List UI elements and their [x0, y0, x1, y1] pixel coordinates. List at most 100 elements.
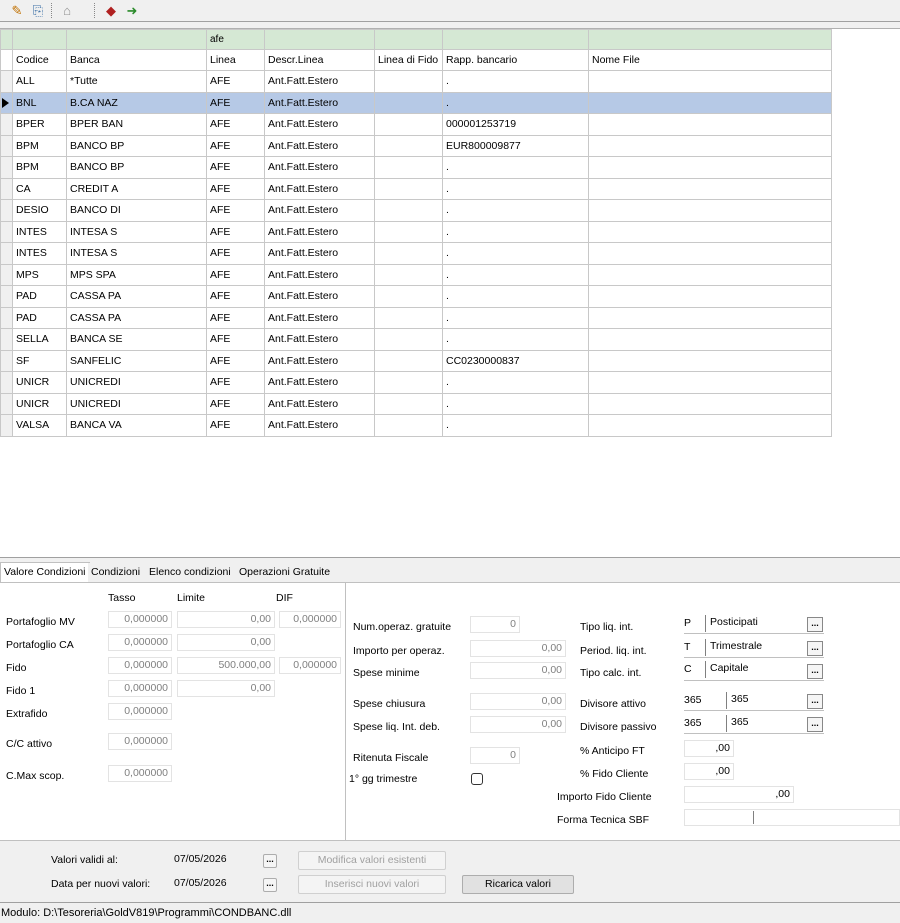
cell-descr-linea[interactable]: Ant.Fatt.Estero [264, 91, 375, 114]
cell-linea[interactable]: AFE [206, 349, 265, 372]
tab-operazioni-gratuite[interactable]: Operazioni Gratuite [236, 563, 334, 583]
cell-linea[interactable]: AFE [206, 328, 265, 351]
cell-codice[interactable]: SF [12, 349, 67, 372]
column-header-linea-di-fido[interactable]: Linea di Fido [374, 49, 443, 71]
cell-descr-linea[interactable]: Ant.Fatt.Estero [264, 70, 375, 93]
cell-nome-file[interactable] [588, 134, 832, 157]
cell-rapp-bancario[interactable]: . [442, 242, 589, 265]
cell-descr-linea[interactable]: Ant.Fatt.Estero [264, 371, 375, 394]
cell-linea[interactable]: AFE [206, 285, 265, 308]
table-row[interactable]: SELLA BANCA SE AFE Ant.Fatt.Estero. [0, 328, 832, 351]
cell-codice[interactable]: INTES [12, 220, 67, 243]
tasso-field[interactable]: 0,000000 [108, 680, 172, 697]
cell-rapp-bancario[interactable]: . [442, 199, 589, 222]
spese-liq-field[interactable]: 0,00 [470, 716, 566, 733]
cell-banca[interactable]: BANCA SE [66, 328, 207, 351]
cell-codice[interactable]: PAD [12, 285, 67, 308]
cell-rapp-bancario[interactable]: . [442, 263, 589, 286]
cell-rapp-bancario[interactable]: . [442, 177, 589, 200]
tab-valore-condizioni[interactable]: Valore Condizioni [0, 562, 90, 583]
pencil-icon[interactable]: ✎ [8, 2, 26, 19]
limite-field[interactable]: 0,00 [177, 680, 275, 697]
exit-icon[interactable]: ➜ [123, 2, 141, 19]
cell-linea[interactable]: AFE [206, 177, 265, 200]
cell-linea[interactable]: AFE [206, 392, 265, 415]
cell-nome-file[interactable] [588, 371, 832, 394]
cell-banca[interactable]: UNICREDI [66, 392, 207, 415]
divisore-attivo-lookup-button[interactable]: ... [807, 694, 823, 709]
book-icon[interactable]: ◆ [102, 2, 120, 19]
splitter[interactable] [0, 556, 900, 558]
cell-nome-file[interactable] [588, 156, 832, 179]
cell-descr-linea[interactable]: Ant.Fatt.Estero [264, 156, 375, 179]
cell-codice[interactable]: UNICR [12, 392, 67, 415]
cell-linea[interactable]: AFE [206, 70, 265, 93]
cell-codice[interactable]: ALL [12, 70, 67, 93]
forma-tecnica-field[interactable] [684, 809, 900, 826]
cell-nome-file[interactable] [588, 328, 832, 351]
cell-rapp-bancario[interactable]: . [442, 70, 589, 93]
cell-linea[interactable]: AFE [206, 199, 265, 222]
cell-linea[interactable]: AFE [206, 134, 265, 157]
cell-banca[interactable]: BANCO BP [66, 156, 207, 179]
column-header-rapp-bancario[interactable]: Rapp. bancario [442, 49, 589, 71]
cell-linea-di-fido[interactable] [374, 199, 443, 222]
cell-nome-file[interactable] [588, 285, 832, 308]
divisore-attivo-code[interactable]: 365 [684, 692, 702, 709]
table-row[interactable]: BNL B.CA NAZ AFE Ant.Fatt.Estero. [0, 91, 832, 114]
data-nuovi-date-button[interactable]: ... [263, 878, 277, 892]
spese-chiusura-field[interactable]: 0,00 [470, 693, 566, 710]
cell-descr-linea[interactable]: Ant.Fatt.Estero [264, 263, 375, 286]
cell-linea-di-fido[interactable] [374, 371, 443, 394]
divisore-passivo-code[interactable]: 365 [684, 715, 702, 732]
importo-operaz-field[interactable]: 0,00 [470, 640, 566, 657]
cell-rapp-bancario[interactable]: . [442, 328, 589, 351]
cell-banca[interactable]: INTESA S [66, 242, 207, 265]
cell-banca[interactable]: INTESA S [66, 220, 207, 243]
cell-nome-file[interactable] [588, 199, 832, 222]
cell-rapp-bancario[interactable]: 000001253719 [442, 113, 589, 136]
cell-nome-file[interactable] [588, 70, 832, 93]
limite-field[interactable]: 0,00 [177, 611, 275, 628]
cell-linea-di-fido[interactable] [374, 113, 443, 136]
cell-linea[interactable]: AFE [206, 220, 265, 243]
cell-linea-di-fido[interactable] [374, 242, 443, 265]
column-header-linea[interactable]: Linea [206, 49, 265, 71]
spese-minime-field[interactable]: 0,00 [470, 662, 566, 679]
cell-rapp-bancario[interactable]: EUR800009877 [442, 134, 589, 157]
cell-linea-di-fido[interactable] [374, 177, 443, 200]
num-operaz-field[interactable]: 0 [470, 616, 520, 633]
cell-nome-file[interactable] [588, 263, 832, 286]
cell-nome-file[interactable] [588, 349, 832, 372]
cell-linea[interactable]: AFE [206, 371, 265, 394]
table-row[interactable]: PAD CASSA PA AFE Ant.Fatt.Estero. [0, 306, 832, 329]
cell-rapp-bancario[interactable]: CC0230000837 [442, 349, 589, 372]
cell-rapp-bancario[interactable]: . [442, 392, 589, 415]
column-header-banca[interactable]: Banca [66, 49, 207, 71]
cell-nome-file[interactable] [588, 306, 832, 329]
ritenuta-field[interactable]: 0 [470, 747, 520, 764]
cell-linea-di-fido[interactable] [374, 349, 443, 372]
cell-banca[interactable]: MPS SPA [66, 263, 207, 286]
period-liq-lookup-button[interactable]: ... [807, 641, 823, 656]
cell-descr-linea[interactable]: Ant.Fatt.Estero [264, 285, 375, 308]
table-row[interactable]: SF SANFELIC AFE Ant.Fatt.Estero CC0230000837 [0, 349, 832, 372]
cell-nome-file[interactable] [588, 392, 832, 415]
fido-cliente-field[interactable]: ,00 [684, 763, 734, 780]
cell-codice[interactable]: PAD [12, 306, 67, 329]
cell-codice[interactable]: CA [12, 177, 67, 200]
cell-linea-di-fido[interactable] [374, 414, 443, 437]
table-row[interactable]: DESIO BANCO DI AFE Ant.Fatt.Estero. [0, 199, 832, 222]
tab-elenco-condizioni[interactable]: Elenco condizioni [146, 563, 234, 583]
cell-linea[interactable]: AFE [206, 91, 265, 114]
tipo-liq-code[interactable]: P [684, 615, 691, 632]
tasso-field[interactable]: 0,000000 [108, 657, 172, 674]
cell-linea-di-fido[interactable] [374, 156, 443, 179]
cell-banca[interactable]: BANCO DI [66, 199, 207, 222]
cell-banca[interactable]: BANCO BP [66, 134, 207, 157]
cell-linea[interactable]: AFE [206, 113, 265, 136]
cell-linea[interactable]: AFE [206, 306, 265, 329]
copy-icon[interactable]: ⎘ [29, 2, 47, 19]
cell-rapp-bancario[interactable]: . [442, 220, 589, 243]
cell-linea[interactable]: AFE [206, 263, 265, 286]
